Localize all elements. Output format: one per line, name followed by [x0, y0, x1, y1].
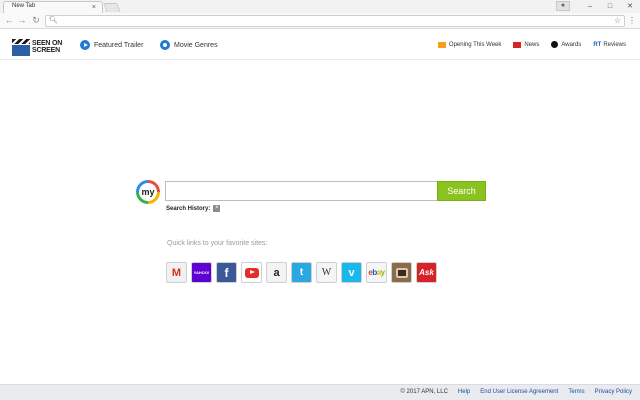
- quick-links-label: Quick links to your favorite sites:: [167, 240, 268, 247]
- tab-new-tab[interactable]: New Tab ×: [3, 1, 103, 13]
- copyright-text: © 2017 APN, LLC: [400, 389, 448, 395]
- ask-icon[interactable]: Ask: [416, 262, 437, 283]
- movie-genres-link[interactable]: Movie Genres: [160, 40, 218, 50]
- tab-close-icon[interactable]: ×: [92, 3, 96, 12]
- awards-link[interactable]: Awards: [551, 41, 581, 48]
- quick-links-row: M YAHOO! f a t W v ebay Ask: [166, 262, 437, 283]
- instagram-icon[interactable]: [391, 262, 412, 283]
- footer: © 2017 APN, LLC Help End User License Ag…: [0, 384, 640, 400]
- awards-icon: [551, 41, 559, 48]
- address-bar[interactable]: 🔍︎ ☆: [45, 15, 625, 27]
- maximize-button[interactable]: □: [600, 0, 620, 13]
- my-logo-text: my: [139, 183, 157, 201]
- search-history: Search History: ×: [166, 205, 221, 212]
- site-header: SEEN ON SCREEN Featured Trailer Movie Ge…: [0, 30, 640, 60]
- tab-title: New Tab: [12, 3, 36, 9]
- privacy-policy-link[interactable]: Privacy Policy: [595, 389, 632, 395]
- logo-text: SEEN ON SCREEN: [32, 40, 62, 54]
- seen-on-screen-logo[interactable]: SEEN ON SCREEN: [12, 37, 62, 57]
- vimeo-icon[interactable]: v: [341, 262, 362, 283]
- opening-this-week-link[interactable]: Opening This Week: [437, 41, 502, 48]
- window-controls: ● – □ ✕: [556, 0, 640, 13]
- star-icon[interactable]: ☆: [614, 16, 621, 26]
- minimize-button[interactable]: –: [580, 0, 600, 13]
- youtube-icon[interactable]: [241, 262, 262, 283]
- news-link[interactable]: News: [513, 41, 539, 48]
- clapperboard-icon: [12, 38, 30, 56]
- facebook-icon[interactable]: f: [216, 262, 237, 283]
- ticket-icon: [437, 41, 446, 48]
- user-icon[interactable]: ●: [556, 1, 570, 11]
- reviews-link[interactable]: RT Reviews: [593, 41, 626, 48]
- reload-icon[interactable]: ↻: [30, 14, 42, 27]
- terms-link[interactable]: Terms: [568, 389, 584, 395]
- gmail-icon[interactable]: M: [166, 262, 187, 283]
- menu-icon[interactable]: ⋮: [628, 15, 636, 26]
- film-reel-icon: [160, 40, 170, 50]
- footer-links: © 2017 APN, LLC Help End User License Ag…: [400, 389, 632, 395]
- news-icon: [513, 41, 522, 48]
- reviews-label: Reviews: [603, 41, 626, 48]
- featured-trailer-link[interactable]: Featured Trailer: [80, 40, 143, 50]
- forward-arrow-icon[interactable]: →: [16, 14, 28, 27]
- opening-this-week-label: Opening This Week: [448, 41, 502, 48]
- close-window-button[interactable]: ✕: [620, 0, 640, 13]
- browser-titlebar: New Tab × ● – □ ✕: [0, 0, 640, 13]
- eula-link[interactable]: End User License Agreement: [480, 389, 558, 395]
- twitter-icon[interactable]: t: [291, 262, 312, 283]
- awards-label: Awards: [561, 41, 582, 48]
- news-label: News: [524, 41, 540, 48]
- clear-history-icon[interactable]: ×: [213, 205, 221, 212]
- logo-line-1: SEEN ON: [32, 40, 63, 47]
- play-icon: [80, 40, 90, 50]
- amazon-icon[interactable]: a: [266, 262, 287, 283]
- movie-genres-label: Movie Genres: [174, 41, 218, 49]
- help-link[interactable]: Help: [458, 389, 470, 395]
- search-history-label: Search History:: [166, 205, 211, 212]
- back-arrow-icon[interactable]: ←: [3, 14, 15, 27]
- search-icon: 🔍︎: [49, 17, 58, 24]
- new-tab-button[interactable]: [103, 3, 121, 12]
- header-right-links: Opening This Week News Awards RT Reviews: [437, 41, 626, 48]
- yahoo-icon[interactable]: YAHOO!: [191, 262, 212, 283]
- ebay-icon[interactable]: ebay: [366, 262, 387, 283]
- search-button[interactable]: Search: [437, 181, 486, 201]
- browser-toolbar: ← → ↻ 🔍︎ ☆ ⋮: [0, 13, 640, 29]
- wikipedia-icon[interactable]: W: [316, 262, 337, 283]
- featured-trailer-label: Featured Trailer: [94, 41, 144, 49]
- my-logo-icon: my: [136, 180, 160, 204]
- search-input[interactable]: [165, 181, 438, 201]
- rotten-tomatoes-icon: RT: [593, 41, 602, 48]
- logo-line-2: SCREEN: [32, 47, 60, 54]
